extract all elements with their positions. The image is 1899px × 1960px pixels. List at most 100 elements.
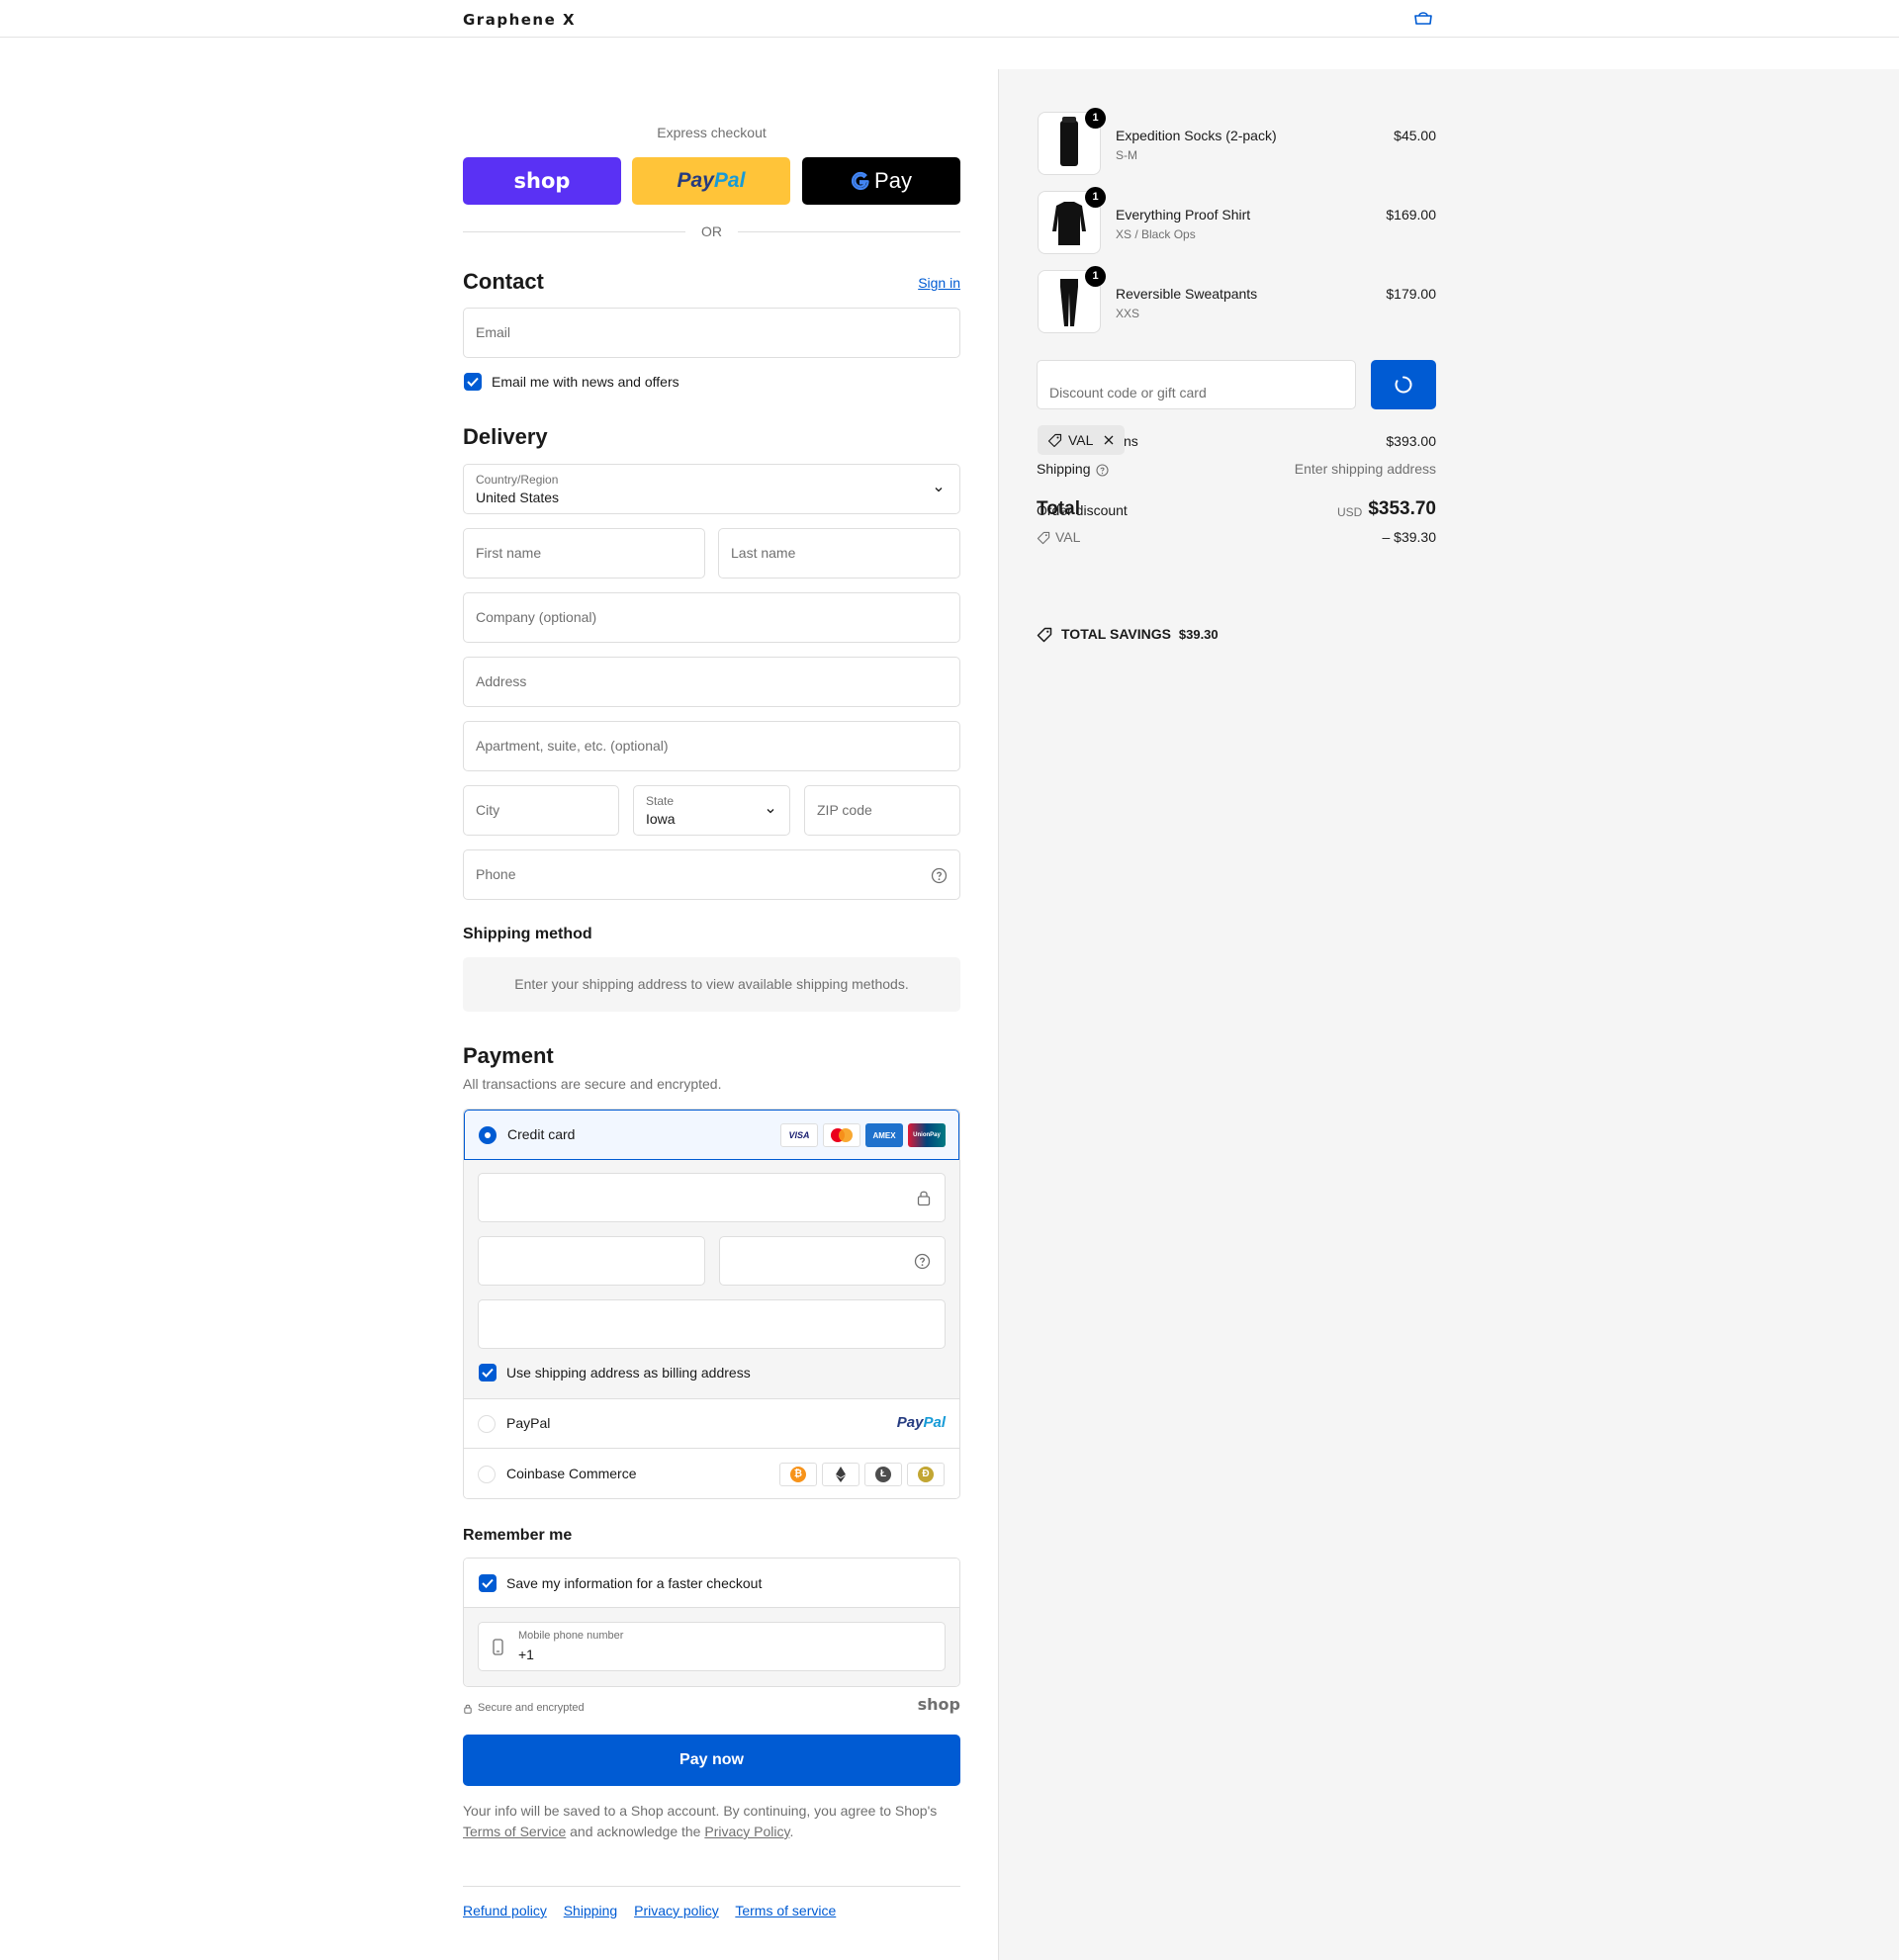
mobile-row: Mobile phone number +1 xyxy=(464,1608,959,1686)
state-select[interactable]: State Iowa xyxy=(633,785,790,836)
apply-discount-button[interactable] xyxy=(1371,360,1436,409)
shop-terms-link[interactable]: Terms of Service xyxy=(463,1824,566,1839)
credit-card-option[interactable]: Credit card VISA AMEX UnionPay xyxy=(464,1110,959,1160)
company-placeholder: Company (optional) xyxy=(476,609,597,625)
google-pay-button[interactable]: Pay xyxy=(802,157,960,205)
save-info-row[interactable]: Save my information for a faster checkou… xyxy=(464,1559,959,1608)
currency-code: USD xyxy=(1337,505,1363,519)
company-field[interactable]: Company (optional) xyxy=(463,592,960,643)
subtotal-label-fragment: ns xyxy=(1124,433,1138,449)
or-label: OR xyxy=(701,223,722,239)
item-variant: S-M xyxy=(1116,148,1137,162)
contact-heading: Contact xyxy=(463,269,544,294)
check-icon xyxy=(467,377,479,387)
shipping-value: Enter shipping address xyxy=(1294,461,1436,477)
bag-icon[interactable] xyxy=(1413,10,1433,26)
last-name-field[interactable]: Last name xyxy=(718,528,960,579)
shop-logo: shop xyxy=(917,1695,960,1714)
help-circle-icon[interactable] xyxy=(1096,464,1109,477)
phone-field[interactable]: Phone xyxy=(463,849,960,900)
address-placeholder: Address xyxy=(476,673,527,689)
discount-code-field[interactable]: Discount code or gift card xyxy=(1037,360,1356,409)
mastercard-icon xyxy=(823,1123,860,1147)
item-price: $169.00 xyxy=(1386,207,1436,223)
store-logo[interactable]: Graphene X xyxy=(463,11,576,29)
total-savings: TOTAL SAVINGS $39.30 xyxy=(1061,626,1219,642)
refund-policy-link[interactable]: Refund policy xyxy=(463,1903,547,1918)
tag-icon xyxy=(1037,531,1050,545)
item-name: Reversible Sweatpants xyxy=(1116,286,1258,302)
item-price: $45.00 xyxy=(1394,128,1436,143)
close-icon[interactable] xyxy=(1103,434,1115,446)
delivery-heading: Delivery xyxy=(463,424,548,449)
loading-spinner-icon xyxy=(1395,376,1412,394)
paypal-option[interactable]: PayPal PayPal xyxy=(464,1399,959,1449)
item-name: Everything Proof Shirt xyxy=(1116,207,1251,223)
privacy-policy-link[interactable]: Privacy policy xyxy=(634,1903,719,1918)
last-name-placeholder: Last name xyxy=(731,545,796,561)
help-circle-icon[interactable] xyxy=(931,867,948,884)
card-number-field[interactable] xyxy=(478,1173,946,1222)
newsletter-checkbox[interactable] xyxy=(464,373,482,391)
paypal-logo: PayPal xyxy=(896,1414,946,1431)
card-details-form: Use shipping address as billing address xyxy=(464,1160,959,1399)
discount-code-label: VAL xyxy=(1055,529,1081,545)
shop-pay-button[interactable]: shop xyxy=(463,157,621,205)
city-field[interactable]: City xyxy=(463,785,619,836)
help-circle-icon[interactable] xyxy=(914,1253,931,1270)
country-label: Country/Region xyxy=(476,473,559,487)
zip-field[interactable]: ZIP code xyxy=(804,785,960,836)
check-icon xyxy=(482,1578,494,1588)
header: Graphene X xyxy=(0,0,1899,38)
paypal-radio[interactable] xyxy=(478,1415,496,1433)
discount-value: – $39.30 xyxy=(1382,529,1437,545)
first-name-field[interactable]: First name xyxy=(463,528,705,579)
billing-address-label: Use shipping address as billing address xyxy=(506,1365,751,1381)
payment-methods: Credit card VISA AMEX UnionPay Use shipp… xyxy=(463,1109,960,1499)
mobile-phone-field[interactable]: Mobile phone number +1 xyxy=(478,1622,946,1671)
country-select[interactable]: Country/Region United States xyxy=(463,464,960,514)
chevron-down-icon xyxy=(767,809,774,814)
savings-value: $39.30 xyxy=(1178,627,1219,642)
bitcoin-icon: ₿ xyxy=(779,1463,817,1486)
amex-icon: AMEX xyxy=(865,1123,903,1147)
lock-icon xyxy=(917,1191,931,1206)
payment-subtitle: All transactions are secure and encrypte… xyxy=(463,1076,722,1092)
or-divider: OR xyxy=(463,223,960,239)
sign-in-link[interactable]: Sign in xyxy=(918,275,960,291)
address-field[interactable]: Address xyxy=(463,657,960,707)
coinbase-option[interactable]: Coinbase Commerce ₿ Ł Ð xyxy=(464,1450,959,1498)
subtotal-value: $393.00 xyxy=(1386,433,1436,449)
item-variant: XS / Black Ops xyxy=(1116,227,1196,241)
shipping-method-heading: Shipping method xyxy=(463,926,592,942)
google-g-icon xyxy=(851,171,869,191)
applied-discount-chip: VAL xyxy=(1038,425,1125,455)
credit-card-label: Credit card xyxy=(507,1126,576,1142)
footer-links: Refund policy Shipping Privacy policy Te… xyxy=(463,1903,849,1918)
email-field[interactable]: Email xyxy=(463,308,960,358)
footer-divider xyxy=(463,1886,960,1887)
quantity-badge: 1 xyxy=(1085,108,1106,129)
save-info-checkbox[interactable] xyxy=(479,1574,497,1592)
security-code-field[interactable] xyxy=(719,1236,946,1286)
name-on-card-field[interactable] xyxy=(478,1299,946,1349)
apartment-field[interactable]: Apartment, suite, etc. (optional) xyxy=(463,721,960,771)
paypal-logo: PayPal xyxy=(677,169,746,192)
payment-heading: Payment xyxy=(463,1043,554,1068)
billing-address-checkbox[interactable] xyxy=(479,1364,497,1381)
shop-privacy-link[interactable]: Privacy Policy xyxy=(704,1824,789,1839)
shipping-method-info: Enter your shipping address to view avai… xyxy=(463,957,960,1012)
mobile-value: +1 xyxy=(518,1647,534,1662)
tag-icon xyxy=(1047,433,1062,448)
litecoin-icon: Ł xyxy=(864,1463,902,1486)
check-icon xyxy=(482,1368,494,1378)
paypal-express-button[interactable]: PayPal xyxy=(632,157,790,205)
expiry-field[interactable] xyxy=(478,1236,705,1286)
item-name: Expedition Socks (2-pack) xyxy=(1116,128,1277,143)
chevron-down-icon xyxy=(935,488,943,492)
credit-card-radio[interactable] xyxy=(479,1126,497,1144)
shipping-link[interactable]: Shipping xyxy=(564,1903,618,1918)
coinbase-radio[interactable] xyxy=(478,1466,496,1483)
terms-of-service-link[interactable]: Terms of service xyxy=(735,1903,836,1918)
pay-now-button[interactable]: Pay now xyxy=(463,1735,960,1786)
